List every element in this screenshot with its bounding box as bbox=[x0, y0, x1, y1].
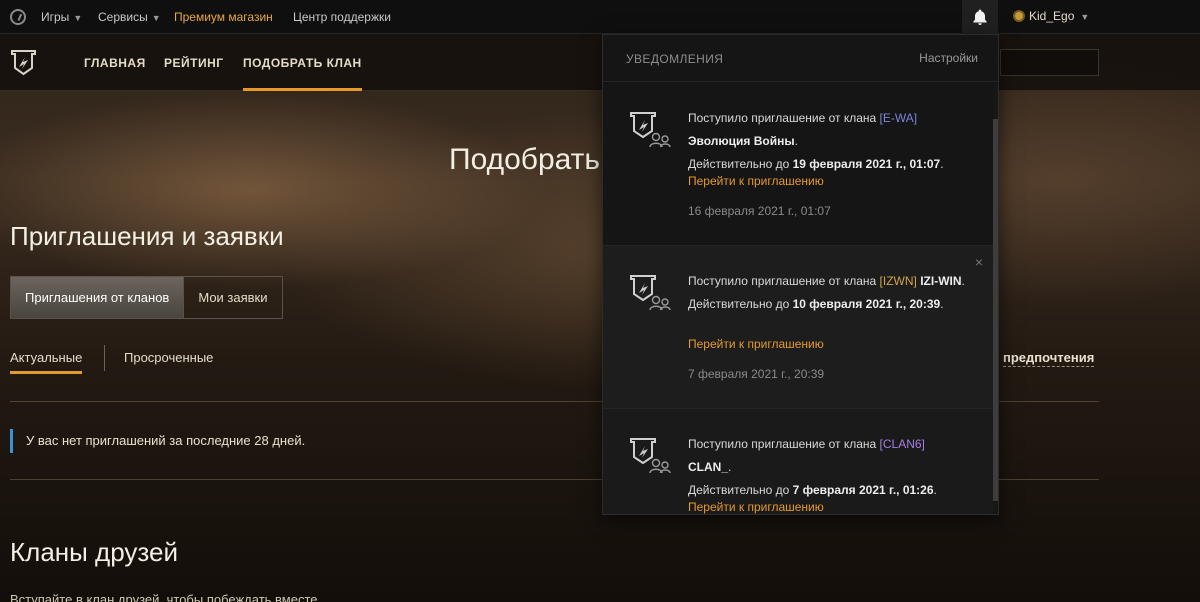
bell-icon bbox=[973, 9, 987, 25]
friends-clans-subtitle: Вступайте в клан друзей, чтобы побеждать… bbox=[10, 592, 318, 602]
clan-name: Эволюция Войны bbox=[688, 134, 795, 148]
clan-tag: [IZWN] bbox=[879, 274, 917, 288]
go-to-invite-link[interactable]: Перейти к приглашению bbox=[688, 500, 824, 514]
scrollbar-thumb[interactable] bbox=[993, 119, 998, 501]
clan-invite-icon bbox=[630, 112, 671, 148]
games-menu[interactable]: Игры ▼ bbox=[41, 10, 82, 24]
preferences-link[interactable]: предпочтения bbox=[1003, 350, 1095, 367]
notifications-button[interactable] bbox=[962, 0, 998, 34]
valid-until-label: Действительно до bbox=[688, 157, 790, 171]
nav-find-clan[interactable]: ПОДОБРАТЬ КЛАН bbox=[243, 56, 362, 91]
user-medal-icon bbox=[1013, 10, 1025, 22]
services-menu-label: Сервисы bbox=[98, 10, 148, 24]
clan-name: IZI-WIN bbox=[920, 274, 962, 288]
go-to-invite-link[interactable]: Перейти к приглашению bbox=[688, 337, 824, 351]
notification-text: Поступило приглашение от клана [CLAN6] C… bbox=[688, 437, 937, 497]
invite-prefix: Поступило приглашение от клана bbox=[688, 111, 877, 125]
clan-invite-icon bbox=[630, 275, 671, 311]
clan-tag: [E-WA] bbox=[879, 111, 918, 125]
valid-until-date: 19 февраля 2021 г., 01:07 bbox=[792, 157, 941, 171]
filter-current[interactable]: Актуальные bbox=[10, 350, 83, 374]
notification-date: 16 февраля 2021 г., 01:07 bbox=[688, 204, 831, 218]
chevron-down-icon: ▼ bbox=[151, 13, 161, 23]
filter-expired[interactable]: Просроченные bbox=[124, 350, 213, 365]
notification-text: Поступило приглашение от клана [E-WA] Эв… bbox=[688, 111, 944, 171]
tab-clan-invites[interactable]: Приглашения от кланов bbox=[11, 277, 185, 318]
clan-invite-icon bbox=[630, 438, 671, 474]
tab-my-applications[interactable]: Мои заявки bbox=[184, 277, 281, 318]
notifications-header: УВЕДОМЛЕНИЯ Настройки bbox=[603, 35, 998, 82]
nav-home[interactable]: ГЛАВНАЯ bbox=[84, 56, 146, 70]
invites-tabs: Приглашения от кланов Мои заявки bbox=[10, 276, 283, 319]
clan-navigation: ГЛАВНАЯ РЕЙТИНГ ПОДОБРАТЬ КЛАН bbox=[0, 34, 1200, 91]
notification-date: 7 февраля 2021 г., 20:39 bbox=[688, 367, 825, 381]
notifications-panel: УВЕДОМЛЕНИЯ Настройки Поступило приглаше… bbox=[602, 34, 999, 515]
clans-logo-icon[interactable] bbox=[10, 48, 37, 76]
premium-shop-link[interactable]: Премиум магазин bbox=[174, 10, 273, 24]
username: Kid_Ego bbox=[1029, 9, 1075, 23]
services-menu[interactable]: Сервисы ▼ bbox=[98, 10, 161, 24]
notifications-list: Поступило приглашение от клана [E-WA] Эв… bbox=[603, 83, 993, 514]
search-input[interactable] bbox=[1000, 49, 1099, 76]
valid-until-date: 7 февраля 2021 г., 01:26 bbox=[792, 483, 934, 497]
valid-until-label: Действительно до bbox=[688, 297, 790, 311]
page-title: Подобрать к bbox=[449, 143, 622, 176]
user-menu[interactable]: Kid_Ego ▼ bbox=[1013, 9, 1089, 23]
notification-item[interactable]: × Поступило приглашение от клана [IZWN] … bbox=[603, 246, 993, 409]
notifications-scrollbar[interactable] bbox=[993, 83, 998, 514]
games-menu-label: Игры bbox=[41, 10, 70, 24]
empty-invites-notice: У вас нет приглашений за последние 28 дн… bbox=[10, 429, 305, 453]
notifications-settings-link[interactable]: Настройки bbox=[919, 51, 978, 65]
valid-until-label: Действительно до bbox=[688, 483, 790, 497]
chevron-down-icon: ▼ bbox=[73, 13, 83, 23]
clan-name: CLAN_ bbox=[688, 460, 729, 474]
notification-item[interactable]: Поступило приглашение от клана [CLAN6] C… bbox=[603, 409, 993, 514]
chevron-down-icon: ▼ bbox=[1080, 12, 1090, 22]
friends-clans-title: Кланы друзей bbox=[10, 537, 178, 567]
go-to-invite-link[interactable]: Перейти к приглашению bbox=[688, 174, 824, 188]
clan-tag: [CLAN6] bbox=[879, 437, 925, 451]
invite-prefix: Поступило приглашение от клана bbox=[688, 274, 877, 288]
invites-section-title: Приглашения и заявки bbox=[10, 221, 284, 251]
invite-prefix: Поступило приглашение от клана bbox=[688, 437, 877, 451]
valid-until-date: 10 февраля 2021 г., 20:39 bbox=[792, 297, 941, 311]
wargaming-logo-icon[interactable] bbox=[10, 9, 26, 25]
portal-topbar: Игры ▼ Сервисы ▼ Премиум магазин Центр под… bbox=[0, 0, 1200, 34]
notification-text: Поступило приглашение от клана [IZWN] IZ… bbox=[688, 274, 965, 311]
filter-divider bbox=[104, 345, 105, 371]
notification-item[interactable]: Поступило приглашение от клана [E-WA] Эв… bbox=[603, 83, 993, 246]
close-icon[interactable]: × bbox=[975, 254, 983, 270]
nav-rating[interactable]: РЕЙТИНГ bbox=[164, 56, 224, 70]
support-center-link[interactable]: Центр поддержки bbox=[293, 10, 391, 24]
notifications-title: УВЕДОМЛЕНИЯ bbox=[626, 52, 724, 66]
